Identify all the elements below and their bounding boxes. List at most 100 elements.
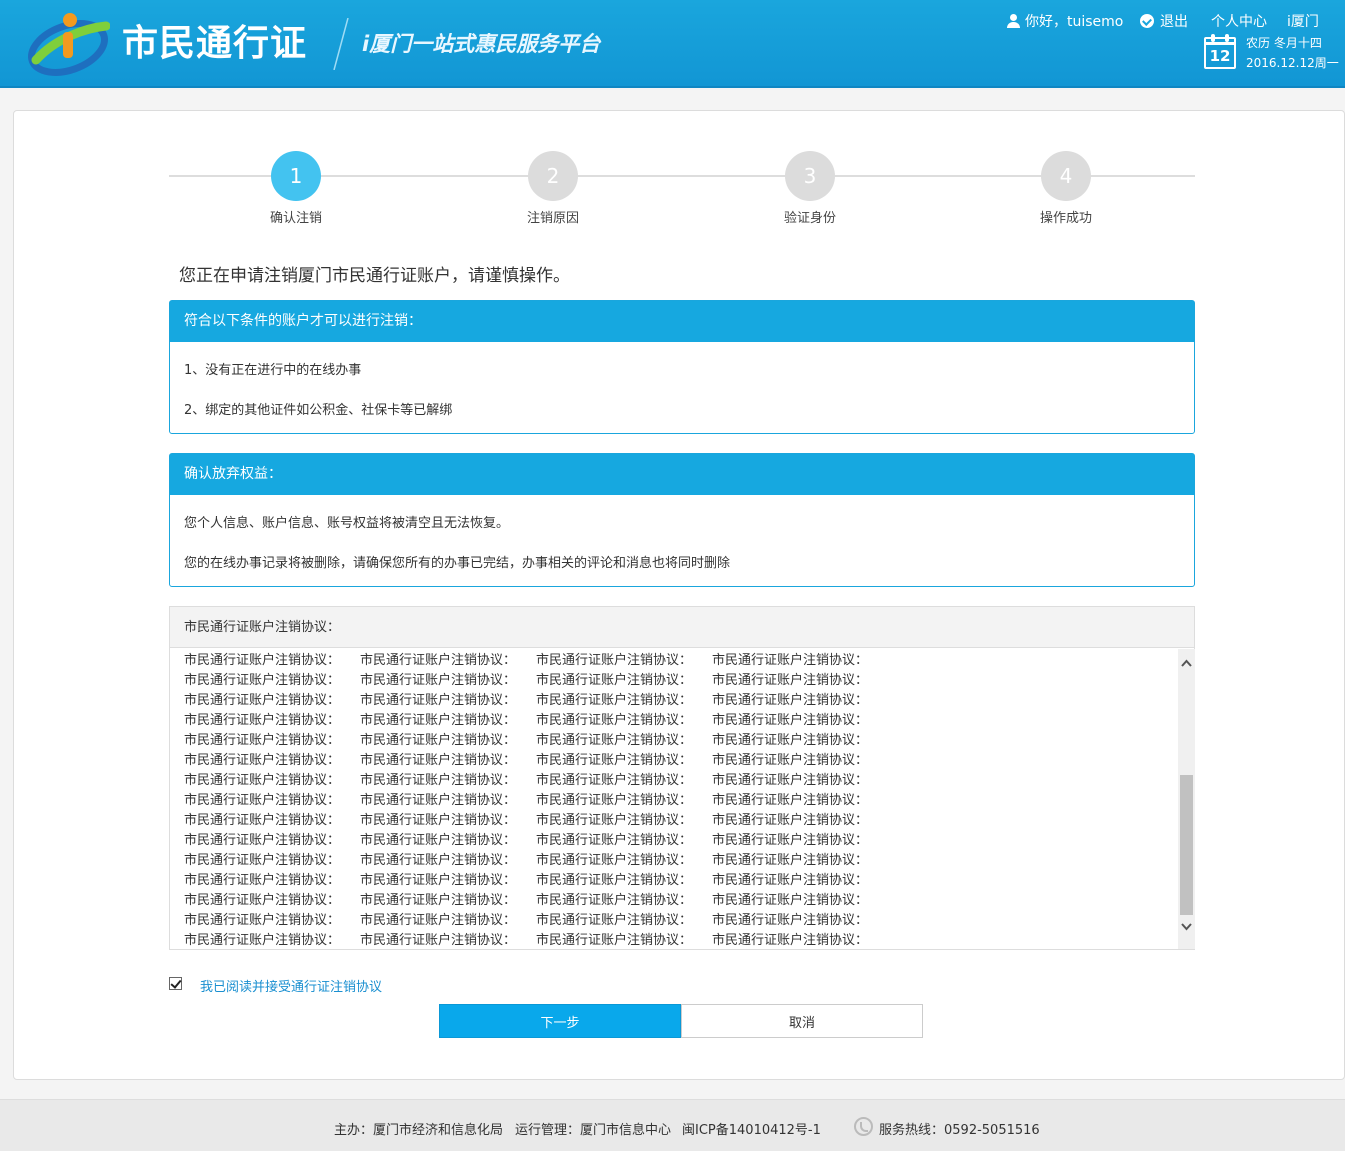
agreement-line: 市民通行证账户注销协议： 市民通行证账户注销协议： 市民通行证账户注销协议： 市民通行… <box>184 829 888 849</box>
logout-link[interactable]: 退出 <box>1140 11 1188 31</box>
footer-hotline: 服务热线：0592-5051516 <box>879 1123 1040 1138</box>
agreement-text: 市民通行证账户注销协议： <box>712 673 869 688</box>
agreement-text: 市民通行证账户注销协议： <box>360 933 517 948</box>
agreement-line: 市民通行证账户注销协议： 市民通行证账户注销协议： 市民通行证账户注销协议： 市民通行… <box>184 849 888 869</box>
agreement-text: 市民通行证账户注销协议： <box>184 713 341 728</box>
agreement-line: 市民通行证账户注销协议： 市民通行证账户注销协议： 市民通行证账户注销协议： 市民通行… <box>184 689 888 709</box>
agreement-text: 市民通行证账户注销协议： <box>712 933 869 948</box>
scrollbar-thumb[interactable] <box>1180 775 1193 915</box>
agreement-text: 市民通行证账户注销协议： <box>184 933 341 948</box>
agreement-text: 市民通行证账户注销协议： <box>712 813 869 828</box>
agreement-text: 市民通行证账户注销协议： <box>360 693 517 708</box>
agreement-line: 市民通行证账户注销协议： 市民通行证账户注销协议： 市民通行证账户注销协议： 市民通行… <box>184 929 888 949</box>
agreement-text: 市民通行证账户注销协议： <box>712 693 869 708</box>
agreement-text: 市民通行证账户注销协议： <box>184 753 341 768</box>
step-number: 2 <box>528 151 578 201</box>
agreement-text: 市民通行证账户注销协议： <box>712 913 869 928</box>
agreement-text: 市民通行证账户注销协议： <box>712 873 869 888</box>
agreement-scrollbar[interactable] <box>1178 649 1195 949</box>
step-reason: 2 注销原因 <box>493 151 613 226</box>
rights-item: 您个人信息、账户信息、账号权益将被清空且无法恢复。 <box>184 516 510 531</box>
agreement-box: 市民通行证账户注销协议： 市民通行证账户注销协议： 市民通行证账户注销协议： 市民通… <box>169 606 1195 950</box>
agreement-line: 市民通行证账户注销协议： 市民通行证账户注销协议： 市民通行证账户注销协议： 市民通行… <box>184 909 888 929</box>
agreement-text: 市民通行证账户注销协议： <box>360 853 517 868</box>
agreement-line: 市民通行证账户注销协议： 市民通行证账户注销协议： 市民通行证账户注销协议： 市民通行… <box>184 749 888 769</box>
agreement-text: 市民通行证账户注销协议： <box>536 813 693 828</box>
user-greeting[interactable]: 你好，tuisemo <box>1007 11 1123 31</box>
brand-logo-icon[interactable] <box>26 8 110 78</box>
agreement-line: 市民通行证账户注销协议： 市民通行证账户注销协议： 市民通行证账户注销协议： 市民通行… <box>184 709 888 729</box>
agreement-text: 市民通行证账户注销协议： <box>184 833 341 848</box>
agreement-text: 市民通行证账户注销协议： <box>536 793 693 808</box>
agreement-text: 市民通行证账户注销协议： <box>184 873 341 888</box>
agreement-text: 市民通行证账户注销协议： <box>712 713 869 728</box>
page-footer: 主办：厦门市经济和信息化局 运行管理：厦门市信息中心 闽ICP备14010412… <box>0 1099 1345 1151</box>
agreement-text: 市民通行证账户注销协议： <box>360 713 517 728</box>
lunar-date: 农历 冬月十四 <box>1246 36 1322 50</box>
agreement-line: 市民通行证账户注销协议： 市民通行证账户注销协议： 市民通行证账户注销协议： 市民通行… <box>184 769 888 789</box>
personal-center-link[interactable]: 个人中心 <box>1211 11 1267 31</box>
agreement-line: 市民通行证账户注销协议： 市民通行证账户注销协议： 市民通行证账户注销协议： 市民通行… <box>184 809 888 829</box>
step-verify: 3 验证身份 <box>750 151 870 226</box>
agreement-line: 市民通行证账户注销协议： 市民通行证账户注销协议： 市民通行证账户注销协议： 市民通行… <box>184 889 888 909</box>
accept-agreement-link[interactable]: 我已阅读并接受通行证注销协议 <box>200 976 382 995</box>
agreement-line: 市民通行证账户注销协议： 市民通行证账户注销协议： 市民通行证账户注销协议： 市民通行… <box>184 669 888 689</box>
agreement-text: 市民通行证账户注销协议： <box>184 813 341 828</box>
agreement-text: 市民通行证账户注销协议： <box>184 673 341 688</box>
agreement-text: 市民通行证账户注销协议： <box>536 693 693 708</box>
agreement-title: 市民通行证账户注销协议： <box>170 607 1194 648</box>
logout-label: 退出 <box>1160 14 1188 30</box>
agreement-text: 市民通行证账户注销协议： <box>712 773 869 788</box>
agreement-line: 市民通行证账户注销协议： 市民通行证账户注销协议： 市民通行证账户注销协议： 市民通行… <box>184 789 888 809</box>
agreement-text: 市民通行证账户注销协议： <box>712 853 869 868</box>
next-step-button[interactable]: 下一步 <box>439 1004 681 1038</box>
footer-icp[interactable]: 闽ICP备14010412号-1 <box>682 1119 821 1138</box>
greeting-text: 你好，tuisemo <box>1025 14 1124 30</box>
top-header: 市民通行证 i厦门一站式惠民服务平台 你好，tuisemo 退出 个人中心 i厦… <box>0 0 1345 88</box>
phone-icon <box>854 1117 873 1136</box>
calendar-day: 12 <box>1209 47 1231 65</box>
agreement-text: 市民通行证账户注销协议： <box>712 753 869 768</box>
agreement-text: 市民通行证账户注销协议： <box>712 893 869 908</box>
agreement-text: 市民通行证账户注销协议： <box>536 893 693 908</box>
step-label: 确认注销 <box>269 211 322 226</box>
agreement-text: 市民通行证账户注销协议： <box>536 673 693 688</box>
cancel-warning: 您正在申请注销厦门市民通行证账户，请谨慎操作。 <box>179 266 570 286</box>
agreement-text: 市民通行证账户注销协议： <box>184 773 341 788</box>
agreement-text: 市民通行证账户注销协议： <box>536 833 693 848</box>
agreement-text: 市民通行证账户注销协议： <box>536 713 693 728</box>
main-panel: 1 确认注销 2 注销原因 3 验证身份 4 操作成功 您正在申请注销厦门市民通… <box>13 110 1345 1080</box>
agreement-text: 市民通行证账户注销协议： <box>536 773 693 788</box>
step-confirm: 1 确认注销 <box>236 151 356 226</box>
scroll-up-icon[interactable] <box>1181 658 1192 669</box>
agreement-text: 市民通行证账户注销协议： <box>360 753 517 768</box>
cancel-button[interactable]: 取消 <box>681 1004 923 1038</box>
scroll-down-icon[interactable] <box>1181 921 1192 932</box>
brand-subtitle: i厦门一站式惠民服务平台 <box>362 32 601 56</box>
agreement-text: 市民通行证账户注销协议： <box>360 773 517 788</box>
condition-item: 1、没有正在进行中的在线办事 <box>184 363 362 378</box>
agreement-text-area[interactable]: 市民通行证账户注销协议： 市民通行证账户注销协议： 市民通行证账户注销协议： 市民通行… <box>170 649 1178 949</box>
user-icon <box>1007 14 1020 28</box>
step-label: 操作成功 <box>1039 211 1092 226</box>
agreement-text: 市民通行证账户注销协议： <box>360 873 517 888</box>
current-date: 2016.12.12周一 <box>1246 56 1339 70</box>
agreement-text: 市民通行证账户注销协议： <box>360 733 517 748</box>
step-number: 1 <box>271 151 321 201</box>
agreement-text: 市民通行证账户注销协议： <box>536 913 693 928</box>
agreement-text: 市民通行证账户注销协议： <box>184 653 341 668</box>
rights-item: 您的在线办事记录将被删除，请确保您所有的办事已完结，办事相关的评论和消息也将同时… <box>184 556 731 571</box>
ixiamen-link[interactable]: i厦门 <box>1287 11 1319 31</box>
agreement-text: 市民通行证账户注销协议： <box>360 893 517 908</box>
agreement-text: 市民通行证账户注销协议： <box>360 813 517 828</box>
accept-checkbox[interactable] <box>169 977 182 990</box>
agreement-line: 市民通行证账户注销协议： 市民通行证账户注销协议： 市民通行证账户注销协议： 市民通行… <box>184 869 888 889</box>
step-number: 3 <box>785 151 835 201</box>
agreement-text: 市民通行证账户注销协议： <box>536 853 693 868</box>
agreement-text: 市民通行证账户注销协议： <box>712 653 869 668</box>
agreement-text: 市民通行证账户注销协议： <box>184 733 341 748</box>
agreement-text: 市民通行证账户注销协议： <box>184 693 341 708</box>
logout-icon <box>1140 14 1154 28</box>
step-label: 验证身份 <box>783 211 836 226</box>
agreement-line: 市民通行证账户注销协议： 市民通行证账户注销协议： 市民通行证账户注销协议： 市民通行… <box>184 649 888 669</box>
